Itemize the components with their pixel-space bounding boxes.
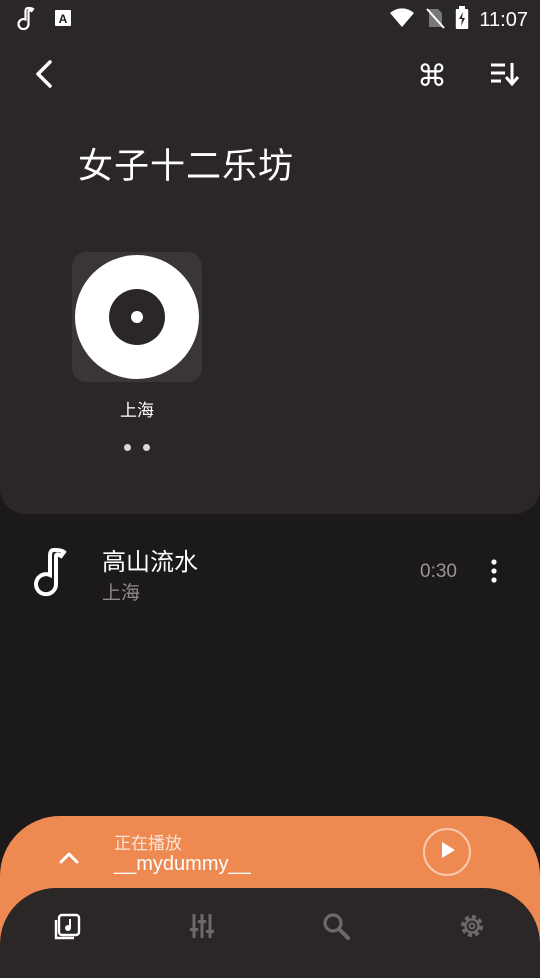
battery-charging-icon <box>455 6 469 34</box>
track-duration: 0:30 <box>420 561 457 582</box>
track-artist: 上海 <box>102 582 141 604</box>
wifi-icon <box>389 7 415 33</box>
settings-gear-icon <box>458 912 486 944</box>
no-sim-icon <box>425 7 446 33</box>
vinyl-record-icon <box>72 255 202 386</box>
now-playing-label: 正在播放 <box>114 834 182 854</box>
sort-descending-icon <box>489 61 520 91</box>
more-vertical-icon[interactable] <box>480 558 508 586</box>
nav-item-search[interactable] <box>316 908 356 948</box>
album-card[interactable] <box>72 252 202 382</box>
play-icon <box>437 840 457 864</box>
play-button[interactable] <box>423 828 471 876</box>
sort-button[interactable] <box>484 56 524 96</box>
now-playing-title: __mydummy__ <box>114 853 251 875</box>
bottom-navigation <box>0 888 540 978</box>
music-note-icon <box>30 546 70 598</box>
search-icon <box>322 912 350 944</box>
page-dot <box>124 444 131 451</box>
page-dot <box>143 444 150 451</box>
album-label: 上海 <box>120 401 154 421</box>
command-icon: ⌘ <box>417 58 447 94</box>
command-button[interactable]: ⌘ <box>412 56 452 96</box>
clock: 11:07 <box>479 8 528 31</box>
music-library-icon <box>54 912 82 944</box>
nav-item-settings[interactable] <box>452 908 492 948</box>
track-row[interactable]: 高山流水 上海 0:30 <box>0 530 540 614</box>
nav-item-library[interactable] <box>48 908 88 948</box>
equalizer-icon <box>188 912 216 944</box>
back-button[interactable] <box>24 56 64 96</box>
status-bar: A 11:07 <box>0 0 540 36</box>
nav-item-equalizer[interactable] <box>182 908 222 948</box>
music-note-icon <box>16 6 36 34</box>
track-title: 高山流水 <box>102 548 198 576</box>
page-title: 女子十二乐坊 <box>78 147 295 187</box>
chevron-left-icon <box>32 58 56 94</box>
svg-text:A: A <box>59 12 68 26</box>
font-a-icon: A <box>54 9 72 31</box>
page-indicator <box>124 444 150 451</box>
chevron-up-icon[interactable] <box>52 842 86 872</box>
